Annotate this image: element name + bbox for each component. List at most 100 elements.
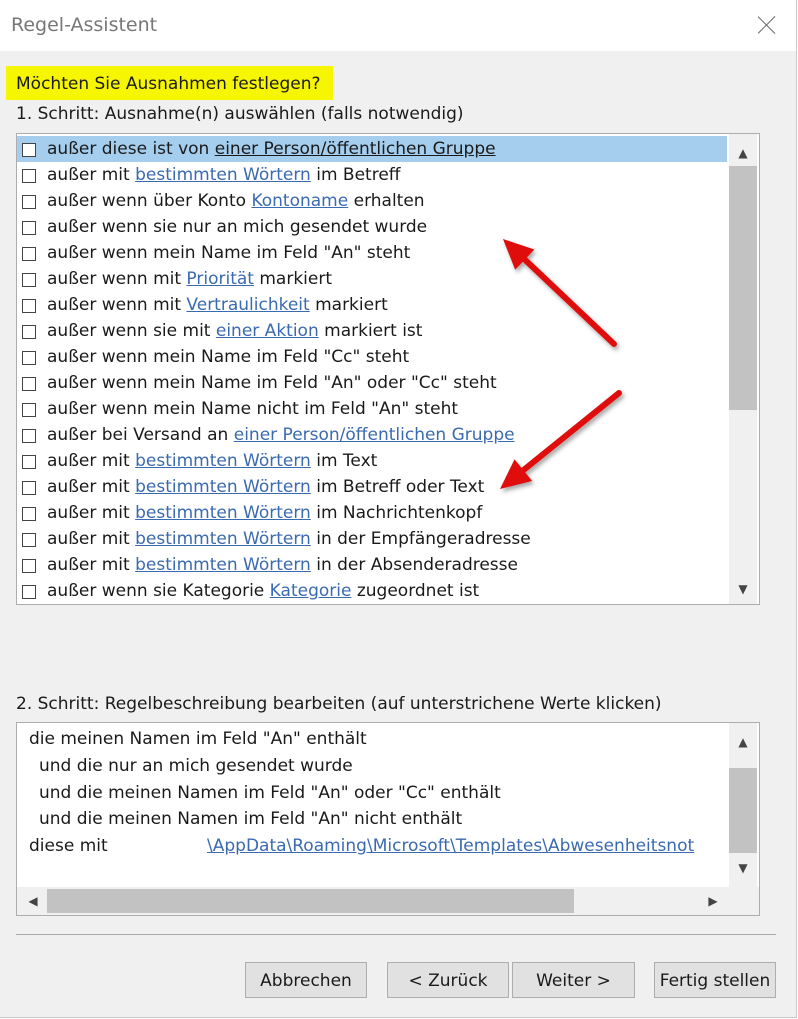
exception-text: außer mit bestimmten Wörtern im Betreff … [47,474,484,500]
next-button[interactable]: Weiter > [512,962,635,998]
exception-text: außer wenn mein Name im Feld "Cc" steht [47,344,409,370]
exception-checkbox[interactable] [22,169,36,183]
exception-row[interactable]: außer wenn sie nur an mich gesendet wurd… [17,214,727,240]
exception-checkbox[interactable] [22,377,36,391]
scroll-down-icon[interactable]: ▼ [729,578,757,600]
exception-checkbox[interactable] [22,273,36,287]
exception-value-link[interactable]: Vertraulichkeit [186,295,309,315]
exceptions-list[interactable]: außer diese ist von einer Person/öffentl… [16,133,760,605]
close-icon[interactable] [756,14,778,36]
exception-value-link[interactable]: Kategorie [270,581,352,601]
exception-row[interactable]: außer wenn mein Name nicht im Feld "An" … [17,396,727,422]
exception-row[interactable]: außer mit bestimmten Wörtern im Betreff … [17,474,727,500]
exception-value-link[interactable]: bestimmten Wörtern [135,503,311,523]
exception-text-post: im Text [310,451,378,471]
exception-value-link[interactable]: bestimmten Wörtern [135,555,311,575]
exception-text: außer wenn sie nur an mich gesendet wurd… [47,214,427,240]
exception-row[interactable]: außer wenn mein Name im Feld "An" steht [17,240,727,266]
exception-checkbox[interactable] [22,195,36,209]
exception-row[interactable]: außer wenn mit Priorität markiert [17,266,727,292]
exception-checkbox[interactable] [22,143,36,157]
exception-text-pre: außer wenn mit [47,295,187,315]
exception-text-post: im Betreff oder Text [310,477,485,497]
exception-row[interactable]: außer wenn mein Name im Feld "Cc" steht [17,344,727,370]
exception-row[interactable]: außer wenn über Konto Kontoname erhalten [17,188,727,214]
exception-value-link[interactable]: bestimmten Wörtern [135,477,311,497]
exception-row[interactable]: außer bei Versand an einer Person/öffent… [17,422,727,448]
step2-label: 2. Schritt: Regelbeschreibung bearbeiten… [16,694,662,714]
exception-text-post: markiert [309,295,388,315]
exception-text-pre: außer mit [47,477,136,497]
scroll-right-icon[interactable]: ▶ [699,890,727,912]
template-path-link[interactable]: \AppData\Roaming\Microsoft\Templates\Abw… [207,836,727,856]
exception-text-post: markiert [253,269,333,289]
exception-row[interactable]: außer wenn sie mit einer Aktion markiert… [17,318,727,344]
exception-value-link[interactable]: einer Person/öffentlichen Gruppe [215,139,496,159]
exception-text: außer wenn sie Kategorie Kategorie zugeo… [47,578,479,604]
scrollbar-thumb[interactable] [729,768,757,853]
exception-checkbox[interactable] [22,559,36,573]
template-path-link-text[interactable]: \AppData\Roaming\Microsoft\Templates\Abw… [207,836,694,856]
exception-checkbox[interactable] [22,585,36,599]
back-button[interactable]: < Zurück [387,962,509,998]
exception-text-pre: außer mit [47,451,136,471]
exception-checkbox[interactable] [22,507,36,521]
exception-checkbox[interactable] [22,403,36,417]
exception-value-link[interactable]: Priorität [186,269,254,289]
step1-label: 1. Schritt: Ausnahme(n) auswählen (falls… [16,104,464,124]
scroll-up-icon[interactable]: ▲ [729,142,757,164]
exception-row[interactable]: außer wenn mit Vertraulichkeit markiert [17,292,727,318]
exception-value-link[interactable]: bestimmten Wörtern [135,451,311,471]
exceptions-vertical-scrollbar[interactable]: ▲ ▼ [729,134,757,604]
exception-row[interactable]: außer mit bestimmten Wörtern im Nachrich… [17,500,727,526]
exception-text: außer wenn mein Name im Feld "An" oder "… [47,370,497,396]
exception-checkbox[interactable] [22,299,36,313]
cancel-button[interactable]: Abbrechen [245,962,367,998]
exception-row[interactable]: außer wenn mein Name im Feld "An" oder "… [17,370,727,396]
exception-row[interactable]: außer wenn sie Kategorie Kategorie zugeo… [17,578,727,604]
exception-text-pre: außer wenn mein Name im Feld "An" oder "… [47,373,497,393]
exception-text: außer bei Versand an einer Person/öffent… [47,422,515,448]
exception-value-link[interactable]: einer Person/öffentlichen Gruppe [234,425,515,445]
exception-row[interactable]: außer mit bestimmten Wörtern in der Abse… [17,552,727,578]
exception-text-pre: außer wenn mein Name nicht im Feld "An" … [47,399,459,419]
scrollbar-thumb[interactable] [729,166,757,410]
exception-text-pre: außer wenn sie nur an mich gesendet wurd… [47,217,428,237]
exception-checkbox[interactable] [22,221,36,235]
scroll-up-icon[interactable]: ▲ [729,731,757,753]
exception-text-pre: außer wenn mein Name im Feld "An" steht [47,243,411,263]
exception-text-pre: außer wenn mit [47,269,187,289]
description-line: und die meinen Namen im Feld "An" nicht … [39,809,463,829]
exception-value-link[interactable]: einer Aktion [216,321,319,341]
exception-checkbox[interactable] [22,429,36,443]
description-horizontal-scrollbar[interactable]: ◀ ▶ [17,887,729,915]
exception-row[interactable]: außer mit bestimmten Wörtern im Text [17,448,727,474]
exception-text-post: in der Absenderadresse [310,555,518,575]
exception-text-pre: außer wenn mein Name im Feld "Cc" steht [47,347,410,367]
finish-button[interactable]: Fertig stellen [654,962,776,998]
scrollbar-thumb[interactable] [47,889,574,913]
exception-text: außer mit bestimmten Wörtern im Betreff [47,162,401,188]
exception-row[interactable]: außer mit bestimmten Wörtern in der Empf… [17,526,727,552]
rule-description-box[interactable]: die meinen Namen im Feld "An" enthält un… [16,722,760,916]
exception-text: außer wenn über Konto Kontoname erhalten [47,188,425,214]
exception-value-link[interactable]: bestimmten Wörtern [135,165,311,185]
exception-text-post: markiert ist [318,321,423,341]
exception-checkbox[interactable] [22,351,36,365]
description-line: und die nur an mich gesendet wurde [39,756,353,776]
title-bar: Regel-Assistent [0,0,796,51]
exception-row[interactable]: außer diese ist von einer Person/öffentl… [17,136,727,162]
scroll-left-icon[interactable]: ◀ [19,890,47,912]
exception-checkbox[interactable] [22,455,36,469]
exception-row[interactable]: außer mit bestimmten Wörtern im Betreff [17,162,727,188]
exception-checkbox[interactable] [22,481,36,495]
exception-value-link[interactable]: bestimmten Wörtern [135,529,311,549]
exception-value-link[interactable]: Kontoname [251,191,348,211]
exception-text-post: in der Empfängeradresse [310,529,531,549]
exception-checkbox[interactable] [22,247,36,261]
exception-text: außer mit bestimmten Wörtern im Nachrich… [47,500,482,526]
exception-checkbox[interactable] [22,533,36,547]
description-vertical-scrollbar[interactable]: ▲ ▼ [729,723,757,887]
scroll-down-icon[interactable]: ▼ [729,857,757,879]
exception-checkbox[interactable] [22,325,36,339]
